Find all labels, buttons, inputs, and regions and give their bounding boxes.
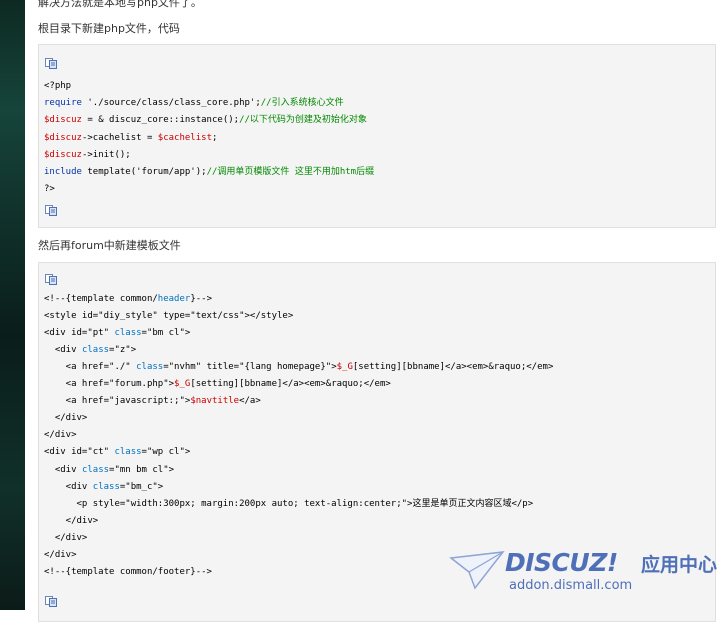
code-line: </div> [44,430,77,441]
code-token: <a href="forum.php"> [44,379,175,390]
copy-code-icon[interactable] [45,596,57,607]
code-token: $discuz [44,115,82,126]
code-token: <p style="width:300px; margin:200px auto… [44,498,534,509]
code-token: class [136,362,164,373]
code-line: <a href="./" class="nvhm" title="{lang h… [44,362,554,373]
code-token: <!--{template common/ [44,294,158,304]
code-line: <style id="diy_style" type="text/css"></… [44,311,293,322]
code-line: <a href="forum.php">$_G[setting][bbname]… [44,379,391,390]
code-line: $discuz = & discuz_core::instance();//以下… [44,115,367,126]
code-token: <a href="./" [44,362,137,373]
code-token: <a href="javascript:;"> [44,396,191,407]
code-token: ?> [44,184,55,195]
code-token: <div id="ct" [44,447,115,458]
code-line: </div> [44,550,77,561]
code-token: ="bm_c"> [119,481,164,492]
copy-code-icon[interactable] [45,58,57,69]
paper-plane-icon [449,551,505,590]
code-token: <div id="pt" [44,328,115,339]
code-token: </a> [239,396,261,407]
code-line: <div class="mn bm cl"> [44,465,174,476]
copy-code-icon[interactable] [45,274,57,285]
code-line: ?> [44,184,55,195]
code-token: //以下代码为创建及初始化对象 [239,115,367,126]
code-token: ="nvhm" title="{lang homepage}"> [163,362,337,373]
code-token: template('forum/app'); [81,167,207,177]
code-token: </div> [44,515,99,526]
code-token: ->init(); [81,149,131,160]
code-line: <!--{template common/footer}--> [44,567,212,578]
code-token: </div> [44,430,77,441]
code-token: ="bm cl"> [141,328,191,339]
code-token: class [114,328,142,339]
code-line: </div> [44,532,88,544]
background-image-strip [0,0,25,610]
code-token: $_G [336,362,353,373]
code-token: $discuz [44,132,82,143]
code-line: <div id="pt" class="bm cl"> [44,328,190,339]
watermark-brand: DISCUZ! [505,548,618,577]
discuz-watermark: DISCUZ! 应用中心 addon.dismall.com [449,546,722,596]
code-token: </div> [44,413,88,424]
code-line: <div id="ct" class="wp cl"> [44,447,190,458]
code-block-php: <?php require './source/class/class_core.… [38,44,716,228]
code-line: </div> [44,413,88,424]
code-line: $discuz->init(); [44,150,131,161]
code-token: ="wp cl"> [141,447,191,458]
code-token: ->cachelist = [81,132,158,143]
code-token: class [114,447,142,458]
code-line: <p style="width:300px; margin:200px auto… [44,498,534,510]
copy-code-icon[interactable] [45,205,57,216]
code-token: </div> [44,532,88,543]
code-token: class [92,481,120,492]
code-token: ; [211,132,218,143]
code-token: [setting][bbname]</a><em>&raquo;</em> [352,362,554,373]
code-line: include template('forum/app');//调用单页模版文件… [44,167,374,178]
code-token: $_G [174,379,191,390]
code-line: $discuz->cachelist = $cachelist; [44,133,217,144]
code-token: header [157,294,191,304]
code-token: [setting][bbname]</a><em>&raquo;</em> [190,379,391,390]
code-token: <div [44,464,82,475]
code-token: <?php [44,81,72,91]
watermark-url: addon.dismall.com [509,578,633,593]
paragraph-template-intro: 然后再forum中新建模板文件 [38,239,181,252]
code-line: <a href="javascript:;">$navtitle</a> [44,396,261,407]
article-content: 解决方法就是本地写php文件了。 根目录下新建php文件，代码 <?php req… [25,0,722,622]
code-token: <div [44,345,82,356]
code-token: <style id="diy_style" type="text/css"></… [44,311,294,322]
paragraph-top: 解决方法就是本地写php文件了。 [38,0,202,9]
code-token: $discuz [44,149,82,160]
code-line: <div class="z"> [44,345,136,356]
code-token: </div> [44,549,77,560]
code-line: <div class="bm_c"> [44,481,164,493]
code-token: class [81,464,110,475]
paragraph-php-intro: 根目录下新建php文件，代码 [38,22,180,35]
code-line: <?php [44,81,71,92]
code-token: $cachelist [157,132,212,143]
code-token: './source/class/class_core.php'; [81,98,261,109]
code-token: }--> [190,294,212,304]
code-token: require [44,98,82,109]
code-token: $navtitle [190,396,240,407]
code-line: </div> [44,515,99,527]
watermark-cn-label: 应用中心 [641,554,718,576]
code-line: <!--{template common/header}--> [44,294,212,305]
code-token: ="mn bm cl"> [109,464,175,475]
code-token: = & discuz_core::instance(); [81,115,240,126]
code-token: ="z"> [109,345,137,356]
code-token: <!--{template common/footer}--> [44,566,212,577]
code-token: <div [44,481,93,492]
code-token: //调用单页模版文件 这里不用加htm后缀 [206,167,375,177]
code-line: require './source/class/class_core.php';… [44,98,344,109]
code-token: class [81,345,110,356]
code-token: include [44,167,82,177]
code-token: //引入系统核心文件 [260,98,344,109]
